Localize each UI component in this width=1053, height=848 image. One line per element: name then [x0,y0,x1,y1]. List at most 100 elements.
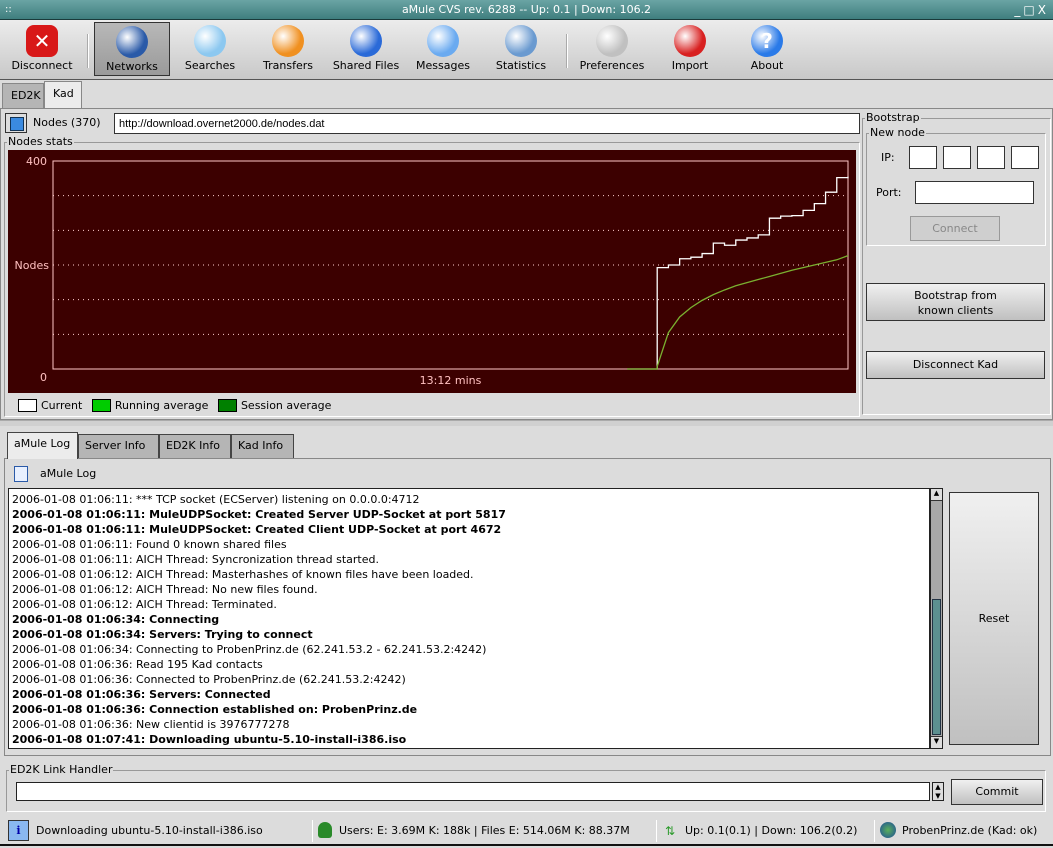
toolbar-shared-files-button[interactable]: Shared Files [326,22,406,76]
help-icon: ? [751,25,783,57]
file-cabinet-icon [350,25,382,57]
reset-log-button[interactable]: Reset [949,492,1039,745]
scroll-down-arrow-icon[interactable]: ▼ [931,736,942,748]
commit-button[interactable]: Commit [951,779,1043,805]
tab-label: ED2K Info [166,439,220,452]
tab-ed2k[interactable]: ED2K [2,83,44,108]
network-tabs: ED2K Kad [0,81,1053,108]
toolbar-messages-button[interactable]: Messages [404,22,482,76]
toolbar-button-label: Preferences [579,59,645,72]
toolbar-disconnect-button[interactable]: ✕ Disconnect [4,22,80,76]
log-line: 2006-01-08 01:06:36: Connected to Proben… [12,673,406,686]
info-icon[interactable]: i [8,820,29,841]
tab-server-info[interactable]: Server Info [78,434,159,458]
status-message: Downloading ubuntu-5.10-install-i386.iso [36,824,263,837]
toolbar-import-button[interactable]: Import [652,22,728,76]
tab-kad[interactable]: Kad [44,81,82,108]
notepad-icon [14,466,28,482]
spin-arrows-icon[interactable]: ▲ ▼ [932,782,944,801]
ip-octet-4-input[interactable] [1011,146,1039,169]
transfer-arrows-icon [272,25,304,57]
disconnect-icon: ✕ [26,25,58,57]
y-tick-max: 400 [26,155,47,168]
toolbar-button-label: Statistics [495,59,547,72]
ip-octet-1-input[interactable] [909,146,937,169]
series-line-current [627,176,849,370]
toolbar-about-button[interactable]: ? About [728,22,806,76]
legend-swatch-current [18,398,37,412]
nodes-chart: 400 0 Nodes 13:12 mins [8,150,856,393]
port-label: Port: [876,186,902,199]
update-nodes-button[interactable] [5,113,27,133]
series-line-running-average [627,255,849,370]
ed2k-link-input[interactable] [16,782,930,801]
legend-label-session-average: Session average [240,398,332,412]
ip-octet-2-input[interactable] [943,146,971,169]
ip-octet-3-input[interactable] [977,146,1005,169]
splitter[interactable] [0,420,1053,426]
log-line: 2006-01-08 01:06:11: *** TCP socket (ECS… [12,493,420,506]
toolbar-button-label: Messages [416,59,470,72]
y-tick-min: 0 [40,371,47,384]
legend-label-running-average: Running average [114,398,209,412]
toolbar-button-label: Networks [106,60,158,73]
scroll-thumb[interactable] [932,599,941,735]
log-line: 2006-01-08 01:06:11: AICH Thread: Syncro… [12,553,379,566]
log-line: 2006-01-08 01:06:36: Read 195 Kad contac… [12,658,263,671]
tab-label: Server Info [85,439,146,452]
tab-label: Kad Info [238,439,284,452]
scroll-up-arrow-icon[interactable]: ▲ [931,489,942,501]
toolbar-button-label: Disconnect [11,59,73,72]
nodes-url-input[interactable] [114,113,860,134]
tab-kad-info[interactable]: Kad Info [231,434,294,458]
log-text-area[interactable]: 2006-01-08 01:06:11: *** TCP socket (ECS… [8,488,930,749]
log-line: 2006-01-08 01:06:12: AICH Thread: No new… [12,583,318,596]
log-line: 2006-01-08 01:06:12: AICH Thread: Termin… [12,598,277,611]
chart-legend: Current Running average Session average [18,398,337,412]
disconnect-kad-button[interactable]: Disconnect Kad [866,351,1045,379]
new-node-title: New node [869,126,926,139]
connect-button[interactable]: Connect [910,216,1000,241]
legend-swatch-running-average [91,398,111,412]
up-down-arrows-icon: ⇅ [665,824,676,838]
nodes-stats-title: Nodes stats [7,135,74,148]
log-scrollbar[interactable]: ▲ ▼ [930,488,943,749]
y-axis-label: Nodes [15,259,50,272]
tab-amule-log[interactable]: aMule Log [7,432,78,459]
log-line: 2006-01-08 01:06:34: Servers: Trying to … [12,628,313,641]
ip-label: IP: [881,151,895,164]
toolbar-searches-button[interactable]: Searches [172,22,248,76]
magnifier-icon [194,25,226,57]
toolbar-button-label: About [750,59,784,72]
close-icon[interactable]: X [1038,3,1049,17]
toolbar-button-label: Searches [184,59,236,72]
import-arrows-icon [674,25,706,57]
maximize-icon[interactable]: □ [1023,3,1037,17]
tab-label: ED2K [11,89,41,102]
tab-label: aMule Log [14,437,71,450]
toolbar-button-label: Shared Files [332,59,400,72]
log-line: 2006-01-08 01:06:11: Found 0 known share… [12,538,287,551]
x-axis-label: 13:12 mins [420,374,482,387]
status-bar: i Downloading ubuntu-5.10-install-i386.i… [0,816,1053,846]
toolbar-statistics-button[interactable]: Statistics [484,22,558,76]
title-bar: :: aMule CVS rev. 6288 -- Up: 0.1 | Down… [0,0,1053,20]
window-title: aMule CVS rev. 6288 -- Up: 0.1 | Down: 1… [401,3,652,16]
toolbar-separator [566,34,568,68]
button-label-line: Bootstrap from [914,289,997,302]
log-line: 2006-01-08 01:06:11: MuleUDPSocket: Crea… [12,523,502,536]
log-line: 2006-01-08 01:06:11: MuleUDPSocket: Crea… [12,508,506,521]
log-line: 2006-01-08 01:06:36: New clientid is 397… [12,718,290,731]
window-menu-icon[interactable]: :: [5,0,12,20]
connection-status: ProbenPrinz.de (Kad: ok) [902,824,1038,837]
toolbar-preferences-button[interactable]: Preferences [573,22,651,76]
toolbar-transfers-button[interactable]: Transfers [252,22,324,76]
log-header: aMule Log [40,467,97,480]
legend-swatch-session-average [217,398,237,412]
users-icon [318,822,332,838]
bootstrap-known-clients-button[interactable]: Bootstrap from known clients [866,283,1045,321]
port-input[interactable] [915,181,1034,204]
toolbar-networks-button[interactable]: Networks [94,22,170,76]
tab-ed2k-info[interactable]: ED2K Info [159,434,231,458]
log-line: 2006-01-08 01:06:36: Connection establis… [12,703,418,716]
